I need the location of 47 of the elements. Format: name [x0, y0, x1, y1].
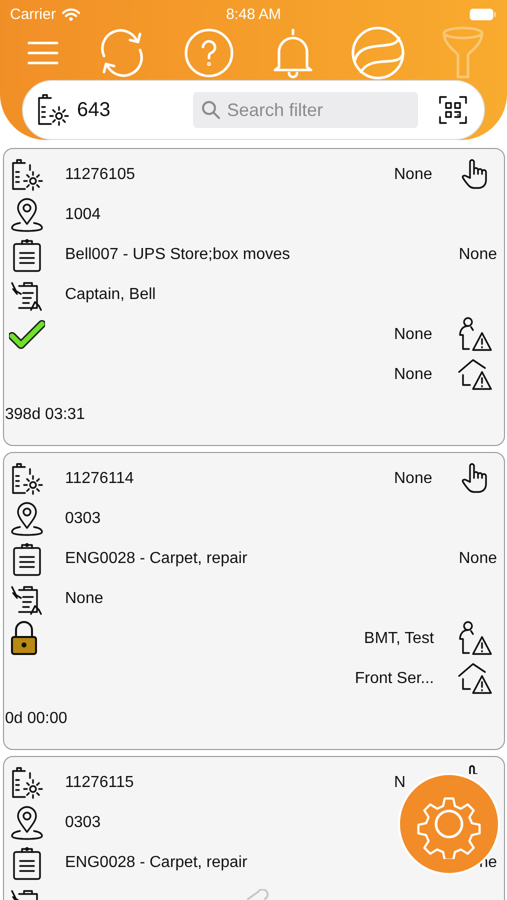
person-warning-icon [456, 621, 494, 657]
location-detail: None [394, 366, 434, 384]
house-warning-icon [456, 661, 494, 697]
location-value: 0303 [64, 510, 101, 528]
clock-time: 8:48 AM [226, 6, 282, 22]
work-order-number: 11276115 [64, 774, 134, 792]
location-pin-icon [9, 197, 45, 233]
paperclip-icon [246, 889, 270, 900]
clipboard-gear-icon [9, 765, 45, 801]
wifi-icon [62, 8, 80, 20]
priority-value: N [394, 774, 407, 792]
house-warning-icon [456, 357, 494, 393]
location-value: 1004 [64, 206, 101, 224]
bell-icon[interactable] [270, 27, 315, 79]
task-description: Bell007 - UPS Store;box moves [64, 246, 290, 264]
location-pin-icon [9, 805, 45, 841]
person-warning-icon [456, 317, 494, 353]
task-status: None [458, 550, 498, 568]
carrier-label: Carrier [10, 6, 56, 22]
work-order-number: 11276114 [64, 470, 134, 488]
contact-person: BMT, Test [364, 630, 434, 648]
record-count: 643 [77, 98, 112, 122]
work-order-number: 11276105 [64, 166, 135, 184]
swirl-logo-icon[interactable] [350, 26, 405, 80]
task-status: None [458, 246, 498, 264]
search-icon [201, 100, 221, 120]
qr-scan-icon[interactable] [438, 95, 468, 125]
elapsed-time: 398d 03:31 [5, 406, 86, 424]
location-detail: Front Ser... [354, 670, 434, 688]
priority-value: None [394, 166, 434, 184]
battery-icon [469, 8, 497, 20]
search-field[interactable]: Search filter [193, 92, 418, 128]
work-order-card[interactable]: 11276114 None 0303 ENG0028 - Carpet, repair None None BMT, Test Front Ser... 0d 00:00 [3, 452, 505, 750]
work-order-card[interactable]: 11276105 None 1004 Bell007 - UPS Store;box moves None Captain, Bell None None 398d 03:31 [3, 148, 505, 446]
location-pin-icon [9, 501, 45, 537]
contact-person: None [394, 326, 434, 344]
location-value: 0303 [64, 814, 101, 832]
assignee-name: None [64, 590, 104, 608]
assignee-name: Captain, Bell [64, 286, 156, 304]
priority-value: None [394, 470, 434, 488]
task-description: ENG0028 - Carpet, repair [64, 854, 248, 872]
clipboard-gear-icon [35, 92, 71, 128]
clipboard-gear-icon [9, 157, 45, 193]
elapsed-time: 0d 00:00 [5, 710, 68, 728]
help-icon[interactable] [184, 28, 234, 78]
clipboard-gear-icon [9, 461, 45, 497]
task-description: ENG0028 - Carpet, repair [64, 550, 248, 568]
